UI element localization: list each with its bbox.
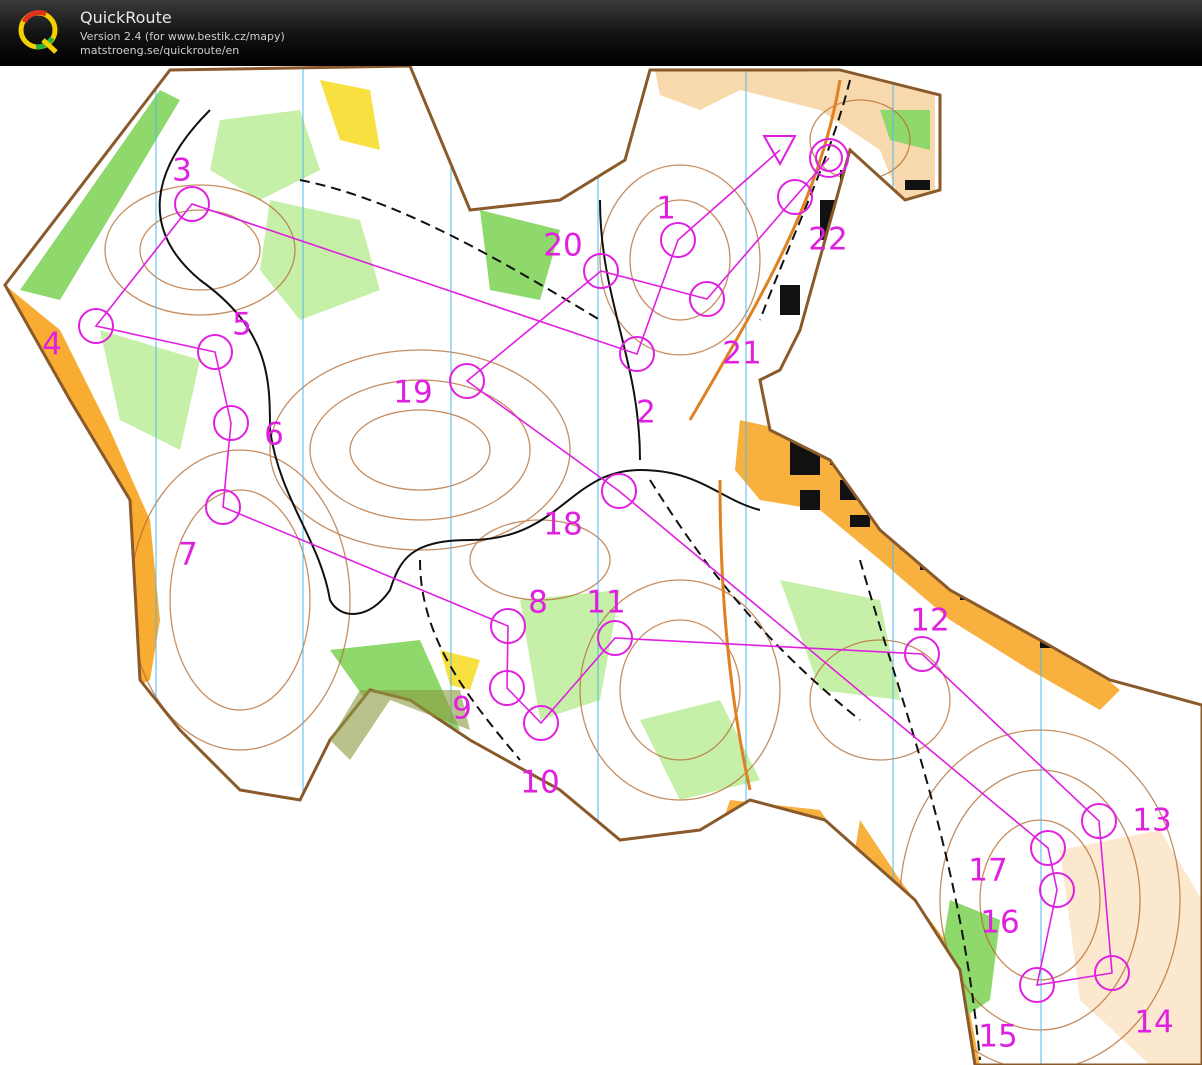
control-number-22: 22 bbox=[808, 222, 847, 258]
control-number-13: 13 bbox=[1132, 803, 1171, 839]
control-number-18: 18 bbox=[543, 507, 582, 543]
control-number-5: 5 bbox=[232, 307, 252, 343]
control-number-15: 15 bbox=[978, 1019, 1017, 1055]
website-text: matstroeng.se/quickroute/en bbox=[80, 44, 240, 57]
control-number-3: 3 bbox=[172, 153, 192, 189]
control-number-12: 12 bbox=[910, 603, 949, 639]
app-title: QuickRoute bbox=[80, 8, 172, 27]
control-number-14: 14 bbox=[1134, 1005, 1173, 1041]
control-number-16: 16 bbox=[980, 905, 1019, 941]
control-number-1: 1 bbox=[656, 191, 676, 227]
control-number-17: 17 bbox=[968, 853, 1007, 889]
title-bar: QuickRoute Version 2.4 (for www.bestik.c… bbox=[0, 0, 1202, 66]
control-number-21: 21 bbox=[722, 336, 761, 372]
control-number-8: 8 bbox=[528, 585, 548, 621]
orienteering-map[interactable]: 1234567891011 1213141516171819202122 bbox=[0, 66, 1202, 1065]
quickroute-logo-icon bbox=[18, 10, 58, 54]
control-number-6: 6 bbox=[264, 417, 284, 453]
version-text: Version 2.4 (for www.bestik.cz/mapy) bbox=[80, 30, 285, 43]
control-number-20: 20 bbox=[543, 228, 582, 264]
control-number-11: 11 bbox=[586, 585, 625, 621]
control-number-19: 19 bbox=[393, 375, 432, 411]
control-number-2: 2 bbox=[636, 395, 656, 431]
control-number-7: 7 bbox=[178, 537, 198, 573]
control-number-9: 9 bbox=[452, 691, 472, 727]
control-number-4: 4 bbox=[42, 327, 62, 363]
control-number-10: 10 bbox=[520, 765, 559, 801]
